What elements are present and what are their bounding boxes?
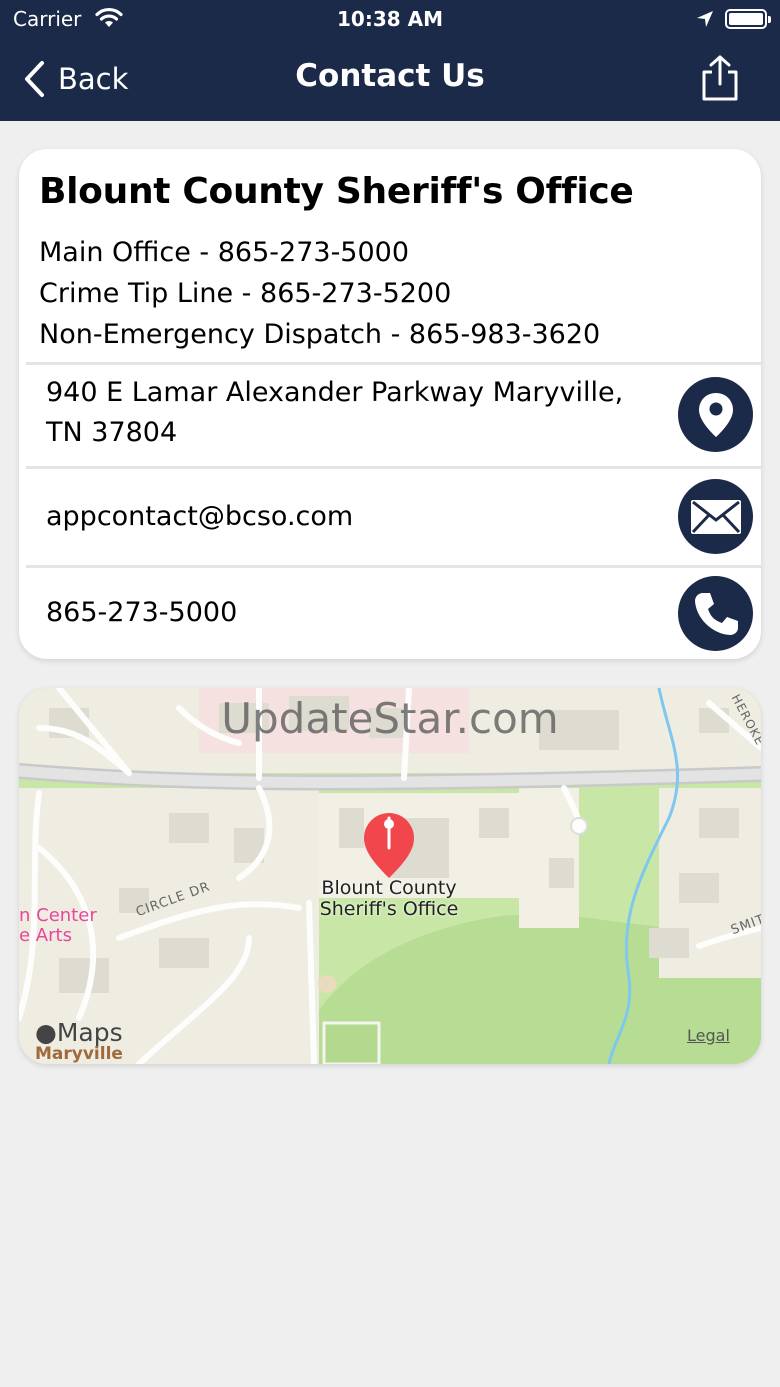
poi-label-line-1: n Center — [19, 905, 97, 926]
navigation-bar: Carrier 10:38 AM Back Contact Us — [0, 0, 780, 121]
status-bar: Carrier 10:38 AM — [0, 0, 780, 40]
envelope-icon — [690, 499, 741, 534]
phone-row[interactable]: 865-273-5000 — [19, 568, 761, 659]
map-pin-icon — [698, 392, 733, 437]
email-button[interactable] — [678, 479, 753, 554]
location-arrow-icon — [695, 9, 715, 33]
battery-icon — [725, 9, 771, 29]
poi-label-line-2: e Arts — [19, 925, 72, 946]
share-button[interactable] — [698, 54, 742, 106]
email-row[interactable]: appcontact@bcso.com — [19, 469, 761, 565]
call-button[interactable] — [678, 576, 753, 651]
map-pin-label: Blount County Sheriff's Office — [289, 878, 489, 920]
poi-label: n Center e Arts — [19, 906, 97, 946]
address-row[interactable]: 940 E Lamar Alexander Parkway Maryville,… — [19, 365, 761, 466]
legal-link[interactable]: Legal — [687, 1026, 730, 1045]
city-label: Maryville — [35, 1044, 123, 1064]
main-office-line: Main Office - 865-273-5000 — [39, 237, 410, 268]
organization-name: Blount County Sheriff's Office — [39, 171, 634, 212]
contact-card: Blount County Sheriff's Office Main Offi… — [19, 149, 761, 659]
non-emergency-line: Non-Emergency Dispatch - 865-983-3620 — [39, 319, 601, 350]
maps-brand: Maps — [56, 1018, 123, 1047]
phone-icon — [694, 592, 738, 635]
map-tiles — [19, 688, 761, 1064]
pin-label-line-2: Sheriff's Office — [319, 898, 459, 920]
address-text: 940 E Lamar Alexander Parkway Maryville,… — [46, 373, 623, 453]
location-map[interactable]: Blount County Sheriff's Office CIRCLE DR… — [19, 688, 761, 1064]
address-line-2: TN 37804 — [46, 417, 178, 448]
phone-text: 865-273-5000 — [46, 597, 238, 628]
directions-button[interactable] — [678, 377, 753, 452]
pin-label-line-1: Blount County — [321, 877, 457, 899]
status-time: 10:38 AM — [336, 7, 443, 31]
share-icon — [702, 55, 738, 101]
page-title: Contact Us — [295, 58, 485, 94]
email-text: appcontact@bcso.com — [46, 501, 354, 532]
apple-logo-icon: ● — [35, 1018, 57, 1047]
address-line-1: 940 E Lamar Alexander Parkway Maryville, — [46, 377, 624, 408]
maps-logo: ●Maps — [35, 1018, 123, 1047]
watermark: UpdateStar.com — [221, 694, 559, 743]
crime-tip-line: Crime Tip Line - 865-273-5200 — [39, 278, 452, 309]
